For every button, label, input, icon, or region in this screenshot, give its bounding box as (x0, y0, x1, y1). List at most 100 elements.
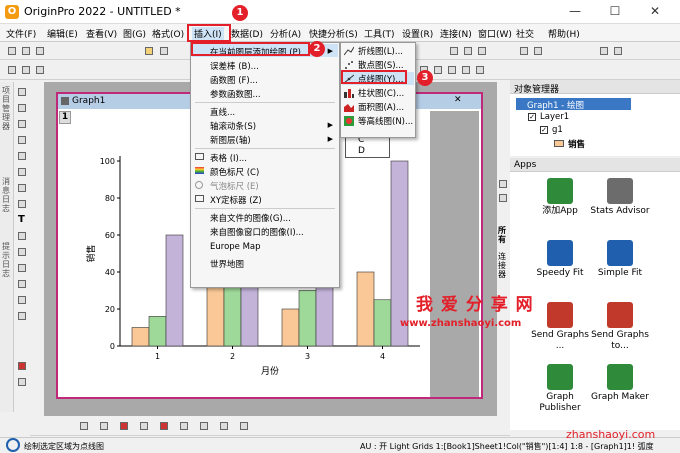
submenu-item-area[interactable]: 面积图(A)... (358, 101, 404, 113)
toolbar-icon[interactable] (478, 47, 486, 55)
menu-tools[interactable]: 工具(T) (364, 27, 395, 40)
toolbar-icon[interactable] (450, 47, 458, 55)
arrow-tool-icon[interactable] (18, 232, 26, 240)
submenu-item-contour[interactable]: 等高线图(N)... (358, 115, 413, 127)
menu-analysis[interactable]: 分析(A) (270, 27, 301, 40)
freehand-tool-icon[interactable] (18, 312, 26, 320)
toolbar-icon[interactable] (240, 422, 248, 430)
menu-data[interactable]: 数据(D) (231, 27, 263, 40)
close-button[interactable]: ✕ (640, 2, 670, 20)
menu-item-new-layer[interactable]: 新图层(轴) (210, 134, 251, 146)
toolbar-icon[interactable] (8, 66, 16, 74)
menu-item-axis-scroll[interactable]: 轴滚动条(S) (210, 120, 256, 132)
new-workbook-icon[interactable] (22, 47, 30, 55)
pointer-icon[interactable] (18, 88, 26, 96)
menu-connect[interactable]: 连接(N) (440, 27, 472, 40)
menu-item-world-map[interactable]: 世界地图 (210, 258, 244, 270)
toolbar-icon[interactable] (499, 180, 507, 188)
toolbar-icon[interactable] (220, 422, 228, 430)
menu-social[interactable]: 社交 (516, 27, 534, 40)
draw-data-icon[interactable] (18, 200, 26, 208)
line-tool-icon[interactable] (18, 248, 26, 256)
toolbar-icon[interactable] (80, 422, 88, 430)
search-icon[interactable] (6, 438, 20, 452)
tree-node-layer[interactable]: Layer1 (540, 112, 569, 122)
data-selector-icon[interactable] (18, 168, 26, 176)
menu-quick-analysis[interactable]: 快捷分析(S) (309, 27, 358, 40)
toolbar-icon[interactable] (534, 47, 542, 55)
toolbar-icon[interactable] (160, 422, 168, 430)
menu-item-image-from-window[interactable]: 来自图像窗口的图像(I)... (210, 226, 304, 238)
region-tool-icon[interactable] (18, 280, 26, 288)
data-reader-icon[interactable] (18, 152, 26, 160)
toolbar-icon[interactable] (434, 66, 442, 74)
layer-icon[interactable] (18, 378, 26, 386)
checkbox-icon[interactable]: ✓ (528, 113, 536, 121)
tree-node-plot[interactable]: 销售 (568, 138, 585, 150)
toolbar-icon[interactable] (462, 66, 470, 74)
toolbar-icon[interactable] (120, 422, 128, 430)
app-speedy-fit[interactable]: Speedy Fit (530, 240, 590, 279)
toolbar-icon[interactable] (499, 194, 507, 202)
color-icon[interactable] (18, 362, 26, 370)
toolbar-icon[interactable] (476, 66, 484, 74)
save-icon[interactable] (160, 47, 168, 55)
menu-settings[interactable]: 设置(R) (402, 27, 433, 40)
polygon-tool-icon[interactable] (18, 296, 26, 304)
menu-format[interactable]: 格式(O) (152, 27, 184, 40)
menu-item-table[interactable]: 表格 (I)... (210, 152, 247, 164)
toolbar-icon[interactable] (448, 66, 456, 74)
screen-reader-icon[interactable] (18, 136, 26, 144)
hint-log-tab[interactable]: 提示日志 (2, 242, 12, 278)
menu-item-color-scale[interactable]: 颜色标尺 (C) (210, 166, 259, 178)
submenu-item-column[interactable]: 柱状图(C)... (358, 87, 404, 99)
app-add-app[interactable]: 添加App (530, 178, 590, 217)
menu-window[interactable]: 窗口(W) (478, 27, 512, 40)
menu-item-straight-line[interactable]: 直线... (210, 106, 235, 118)
new-project-icon[interactable] (8, 47, 16, 55)
toolbar-icon[interactable] (614, 47, 622, 55)
zoom-icon[interactable] (18, 104, 26, 112)
graph-close-icon[interactable]: ✕ (454, 95, 462, 105)
toolbar-icon[interactable] (200, 422, 208, 430)
app-graph-maker[interactable]: Graph Maker (590, 364, 650, 403)
menu-file[interactable]: 文件(F) (6, 27, 36, 40)
app-simple-fit[interactable]: Simple Fit (590, 240, 650, 279)
tab-connectors[interactable]: 连接器 (498, 252, 508, 279)
app-send-graphs-to[interactable]: Send Graphs to... (590, 302, 650, 352)
toolbar-icon[interactable] (520, 47, 528, 55)
menu-item-error-bar[interactable]: 误差棒 (B)... (210, 60, 259, 72)
menu-item-xy-scaler[interactable]: XY定标器 (Z) (210, 194, 262, 206)
menu-view[interactable]: 查看(V) (86, 27, 117, 40)
rectangle-tool-icon[interactable] (18, 264, 26, 272)
menu-graph[interactable]: 图(G) (123, 27, 146, 40)
app-stats-advisor[interactable]: Stats Advisor (590, 178, 650, 217)
toolbar-icon[interactable] (180, 422, 188, 430)
menu-edit[interactable]: 编辑(E) (47, 27, 78, 40)
text-tool-icon[interactable]: T (18, 214, 25, 225)
checkbox-icon[interactable]: ✓ (540, 126, 548, 134)
toolbar-icon[interactable] (140, 422, 148, 430)
menu-item-parametric-plot[interactable]: 参数函数图... (210, 88, 261, 100)
scale-icon[interactable] (18, 120, 26, 128)
toolbar-icon[interactable] (464, 47, 472, 55)
tab-all[interactable]: 所有 (498, 226, 508, 244)
menu-item-function-plot[interactable]: 函数图 (F)... (210, 74, 258, 86)
submenu-item-line[interactable]: 折线图(L)... (358, 45, 403, 57)
app-send-graphs[interactable]: Send Graphs ... (530, 302, 590, 352)
menu-item-europe-map[interactable]: Europe Map (210, 242, 261, 252)
tree-node-group[interactable]: g1 (552, 125, 563, 135)
minimize-button[interactable]: — (560, 2, 590, 20)
menu-item-image-from-file[interactable]: 来自文件的图像(G)... (210, 212, 291, 224)
mask-icon[interactable] (18, 184, 26, 192)
tree-node-graph[interactable]: Graph1 - 绘图 (527, 99, 584, 111)
maximize-button[interactable]: ☐ (600, 2, 630, 20)
toolbar-icon[interactable] (600, 47, 608, 55)
menu-help[interactable]: 帮助(H) (548, 27, 580, 40)
toolbar-icon[interactable] (100, 422, 108, 430)
app-graph-publisher[interactable]: Graph Publisher (530, 364, 590, 414)
toolbar-icon[interactable] (22, 66, 30, 74)
message-log-tab[interactable]: 消息日志 (2, 177, 12, 213)
project-explorer-tab[interactable]: 项目管理器 (2, 86, 12, 131)
toolbar-icon[interactable] (36, 66, 44, 74)
